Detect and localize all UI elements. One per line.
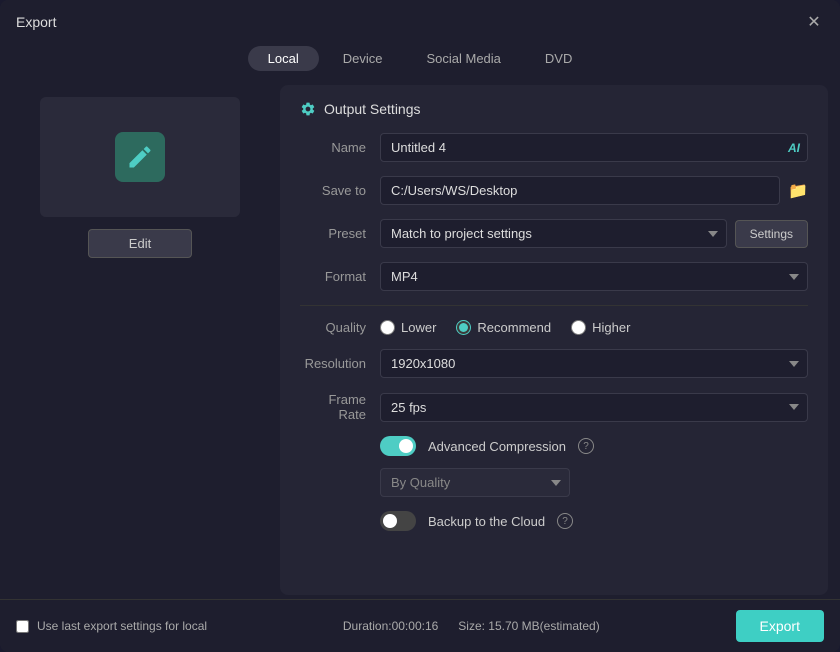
ai-icon: AI <box>788 141 800 155</box>
use-last-settings-text: Use last export settings for local <box>37 619 207 633</box>
frame-rate-label: Frame Rate <box>300 392 380 422</box>
export-dialog: Export ✕ Local Device Social Media DVD E… <box>0 0 840 652</box>
divider <box>300 305 808 306</box>
quality-label: Quality <box>300 320 380 335</box>
quality-higher-radio[interactable] <box>571 320 586 335</box>
backup-cloud-toggle[interactable] <box>380 511 416 531</box>
save-to-input[interactable] <box>380 176 780 205</box>
tab-dvd[interactable]: DVD <box>525 46 592 71</box>
output-settings-title: Output Settings <box>324 101 421 117</box>
quality-lower-radio[interactable] <box>380 320 395 335</box>
save-to-row: Save to 📁 <box>300 176 808 205</box>
edit-icon-container <box>115 132 165 182</box>
quality-lower-label: Lower <box>401 320 436 335</box>
name-input[interactable] <box>380 133 808 162</box>
format-select[interactable]: MP4 <box>380 262 808 291</box>
advanced-compression-label: Advanced Compression <box>428 439 566 454</box>
quality-lower-option[interactable]: Lower <box>380 320 436 335</box>
preset-label: Preset <box>300 226 380 241</box>
footer-info: Duration:00:00:16 Size: 15.70 MB(estimat… <box>343 619 600 633</box>
quality-recommend-option[interactable]: Recommend <box>456 320 551 335</box>
name-label: Name <box>300 140 380 155</box>
settings-button[interactable]: Settings <box>735 220 808 248</box>
tab-device[interactable]: Device <box>323 46 403 71</box>
dialog-title: Export <box>16 14 56 30</box>
duration-label: Duration:00:00:16 <box>343 619 438 633</box>
close-button[interactable]: ✕ <box>804 12 824 32</box>
preset-row: Preset Match to project settings Setting… <box>300 219 808 248</box>
preset-select[interactable]: Match to project settings <box>380 219 727 248</box>
export-button[interactable]: Export <box>736 610 824 642</box>
backup-cloud-row: Backup to the Cloud ? <box>300 511 808 531</box>
backup-cloud-help-icon[interactable]: ? <box>557 513 573 529</box>
toggle-slider <box>380 436 416 456</box>
backup-cloud-label: Backup to the Cloud <box>428 514 545 529</box>
format-row: Format MP4 <box>300 262 808 291</box>
quality-higher-option[interactable]: Higher <box>571 320 630 335</box>
tab-social-media[interactable]: Social Media <box>406 46 520 71</box>
resolution-label: Resolution <box>300 356 380 371</box>
edit-button[interactable]: Edit <box>88 229 192 258</box>
by-quality-select[interactable]: By Quality <box>380 468 570 497</box>
quality-higher-label: Higher <box>592 320 630 335</box>
resolution-row: Resolution 1920x1080 <box>300 349 808 378</box>
frame-rate-row: Frame Rate 25 fps <box>300 392 808 422</box>
resolution-select[interactable]: 1920x1080 <box>380 349 808 378</box>
advanced-compression-row: Advanced Compression ? <box>300 436 808 456</box>
preview-box <box>40 97 240 217</box>
preset-input-row: Match to project settings Settings <box>380 219 808 248</box>
save-to-input-row: 📁 <box>380 176 808 205</box>
left-panel: Edit <box>0 81 280 599</box>
title-bar: Export ✕ <box>0 0 840 40</box>
settings-icon <box>300 101 316 117</box>
name-input-wrapper: AI <box>380 133 808 162</box>
pencil-icon <box>126 143 154 171</box>
frame-rate-select[interactable]: 25 fps <box>380 393 808 422</box>
backup-cloud-toggle-slider <box>380 511 416 531</box>
use-last-settings-checkbox[interactable] <box>16 620 29 633</box>
folder-icon[interactable]: 📁 <box>788 181 808 201</box>
size-label: Size: 15.70 MB(estimated) <box>458 619 599 633</box>
name-row: Name AI <box>300 133 808 162</box>
tabs-bar: Local Device Social Media DVD <box>0 40 840 81</box>
quality-recommend-label: Recommend <box>477 320 551 335</box>
footer: Use last export settings for local Durat… <box>0 599 840 652</box>
use-last-settings-label[interactable]: Use last export settings for local <box>16 619 207 633</box>
output-settings-header: Output Settings <box>300 101 808 117</box>
by-quality-row: By Quality <box>300 468 808 497</box>
quality-recommend-radio[interactable] <box>456 320 471 335</box>
advanced-compression-help-icon[interactable]: ? <box>578 438 594 454</box>
right-panel: Output Settings Name AI Save to 📁 <box>280 85 828 595</box>
content-area: Edit Output Settings Name AI Save <box>0 81 840 599</box>
save-to-label: Save to <box>300 183 380 198</box>
tab-local[interactable]: Local <box>248 46 319 71</box>
quality-radio-group: Lower Recommend Higher <box>380 320 630 335</box>
advanced-compression-toggle[interactable] <box>380 436 416 456</box>
quality-row: Quality Lower Recommend Higher <box>300 320 808 335</box>
format-label: Format <box>300 269 380 284</box>
